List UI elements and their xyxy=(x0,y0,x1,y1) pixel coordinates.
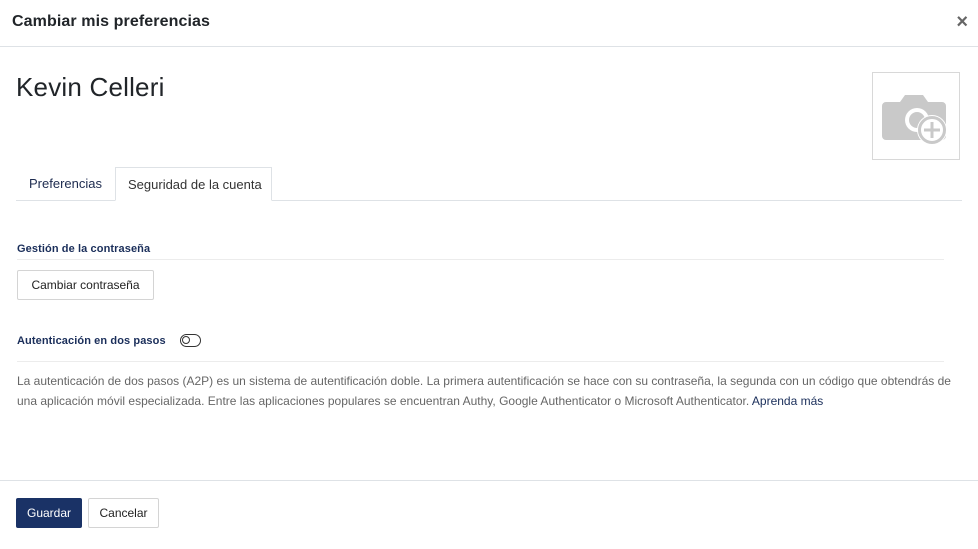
tab-account-security[interactable]: Seguridad de la cuenta xyxy=(115,167,272,201)
learn-more-link[interactable]: Aprenda más xyxy=(752,394,823,408)
change-password-button[interactable]: Cambiar contraseña xyxy=(17,270,154,300)
cancel-button[interactable]: Cancelar xyxy=(88,498,159,528)
modal-footer: Guardar Cancelar xyxy=(0,480,978,549)
two-factor-description: La autenticación de dos pasos (A2P) es u… xyxy=(17,372,957,411)
user-name: Kevin Celleri xyxy=(16,72,165,102)
two-factor-toggle[interactable] xyxy=(180,334,201,347)
close-icon[interactable]: × xyxy=(956,12,968,32)
avatar-upload[interactable] xyxy=(872,72,960,160)
tab-bar: Preferencias Seguridad de la cuenta xyxy=(16,167,962,201)
password-section-title: Gestión de la contraseña xyxy=(17,243,151,255)
two-factor-divider xyxy=(17,361,944,362)
modal-header: Cambiar mis preferencias × xyxy=(0,0,978,47)
preferences-modal: Cambiar mis preferencias × Kevin Celleri… xyxy=(0,0,978,549)
tab-preferences[interactable]: Preferencias xyxy=(16,167,115,201)
camera-add-icon xyxy=(882,95,947,145)
two-factor-title: Autenticación en dos pasos xyxy=(17,335,166,347)
password-section-divider xyxy=(17,259,944,260)
modal-title: Cambiar mis preferencias xyxy=(12,13,211,30)
toggle-knob xyxy=(182,336,190,344)
save-button[interactable]: Guardar xyxy=(16,498,82,528)
